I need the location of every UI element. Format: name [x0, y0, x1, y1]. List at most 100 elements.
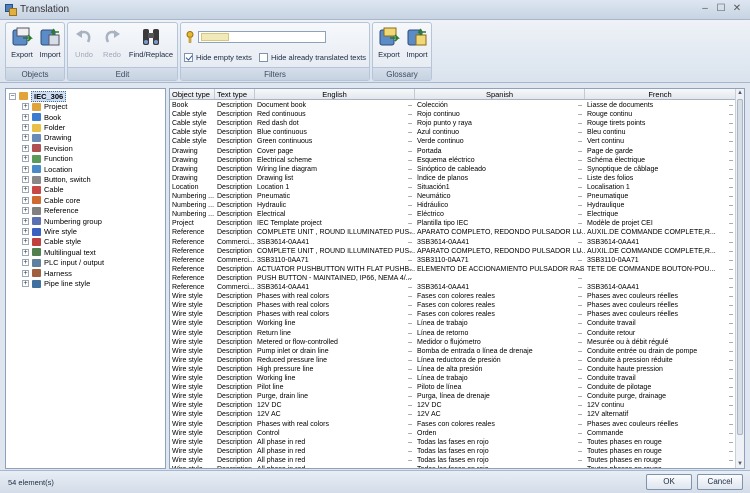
cell-text-type[interactable]: Description — [215, 319, 255, 328]
cell-french[interactable]: Hydraulique – — [585, 201, 736, 210]
cell-object-type[interactable]: Wire style — [170, 410, 215, 419]
cell-object-type[interactable]: Cable style — [170, 137, 215, 146]
cell-object-type[interactable]: Reference — [170, 238, 215, 247]
expand-icon[interactable]: + — [22, 228, 29, 236]
expand-icon[interactable]: + — [22, 155, 29, 163]
scroll-thumb[interactable] — [737, 99, 743, 435]
hide-empty-check[interactable] — [184, 53, 193, 62]
cell-object-type[interactable]: Wire style — [170, 392, 215, 401]
cell-object-type[interactable]: Wire style — [170, 420, 215, 429]
cell-object-type[interactable]: Numbering ... — [170, 192, 215, 201]
cell-text-type[interactable]: Description — [215, 465, 255, 468]
cell-french[interactable]: Phases avec couleurs réelles – — [585, 310, 736, 319]
hide-translated-check[interactable] — [259, 53, 268, 62]
cell-spanish[interactable]: Línea reductora de presión – — [415, 356, 585, 365]
cell-spanish[interactable]: Medidor o flujómetro – — [415, 338, 585, 347]
cell-english[interactable]: 12V DC – — [255, 401, 415, 410]
cell-object-type[interactable]: Wire style — [170, 329, 215, 338]
cell-french[interactable]: Rouge tirets points – — [585, 119, 736, 128]
cell-spanish[interactable]: Línea de alta presión – — [415, 365, 585, 374]
cell-spanish[interactable]: Rojo punto y raya – — [415, 119, 585, 128]
cell-object-type[interactable]: Drawing — [170, 174, 215, 183]
column-object-type[interactable]: Object type — [170, 89, 215, 99]
cell-english[interactable]: Control – — [255, 429, 415, 438]
objects-export-button[interactable]: Export — [9, 26, 35, 59]
cell-french[interactable]: Toutes phases en rouge– — [585, 465, 736, 468]
scroll-down-icon[interactable]: ▼ — [736, 460, 744, 468]
cell-spanish[interactable]: Línea de retorno – — [415, 329, 585, 338]
cell-spanish[interactable]: Todas las fases en rojo– — [415, 465, 585, 468]
cell-text-type[interactable]: Description — [215, 438, 255, 447]
cell-english[interactable]: Pneumatic – — [255, 192, 415, 201]
table-row[interactable]: Wire style Description Pilot line – Piloto d… — [170, 383, 736, 392]
cell-english[interactable]: Wiring line diagram – — [255, 165, 415, 174]
cell-object-type[interactable]: Wire style — [170, 383, 215, 392]
cell-french[interactable]: Conduite de pilotage – — [585, 383, 736, 392]
tree-item[interactable]: + Wire style — [22, 226, 77, 236]
cell-text-type[interactable]: Description — [215, 192, 255, 201]
cell-spanish[interactable]: Purga, línea de drenaje – — [415, 392, 585, 401]
cell-text-type[interactable]: Description — [215, 292, 255, 301]
cell-object-type[interactable]: Wire style — [170, 356, 215, 365]
table-row[interactable]: Wire style Description Purge, drain line – P… — [170, 392, 736, 401]
expand-icon[interactable]: + — [22, 103, 29, 111]
table-row[interactable]: Wire style Description Control – Orden – Comma… — [170, 429, 736, 438]
cell-french[interactable]: Conduite retour – — [585, 329, 736, 338]
cell-french[interactable]: 3SB3110-0AA71– — [585, 256, 736, 265]
ok-button[interactable]: OK — [646, 474, 692, 490]
table-row[interactable]: Reference Commerci... 3SB3614-0AA41–3SB361… — [170, 283, 736, 292]
table-row[interactable]: Location Description Location 1– Situación1… — [170, 183, 736, 192]
table-row[interactable]: Wire style Description Metered or flow-con… — [170, 338, 736, 347]
expand-icon[interactable]: + — [22, 269, 29, 277]
table-row[interactable]: Drawing Description Cover page – Portada – Pag… — [170, 147, 736, 156]
cell-text-type[interactable]: Description — [215, 274, 255, 283]
cell-spanish[interactable]: Todas las fases en rojo– — [415, 447, 585, 456]
cell-text-type[interactable]: Description — [215, 392, 255, 401]
tree-item[interactable]: + Location — [22, 164, 72, 174]
cell-text-type[interactable]: Description — [215, 401, 255, 410]
cell-text-type[interactable]: Description — [215, 265, 255, 274]
cell-english[interactable]: Document book – — [255, 101, 415, 110]
cell-text-type[interactable]: Description — [215, 356, 255, 365]
table-row[interactable]: Drawing Description Drawing list – Índice de… — [170, 174, 736, 183]
cell-english[interactable]: COMPLETE UNIT , ROUND ILLUMINATED PUS...… — [255, 228, 415, 237]
table-row[interactable]: Wire style Description Phases with real co… — [170, 301, 736, 310]
cell-spanish[interactable]: – — [415, 274, 585, 283]
cell-text-type[interactable]: Description — [215, 447, 255, 456]
cell-spanish[interactable]: 12V DC – — [415, 401, 585, 410]
cell-french[interactable]: Toutes phases en rouge– — [585, 438, 736, 447]
tree-item[interactable]: + Folder — [22, 122, 65, 132]
cell-french[interactable]: Phases avec couleurs réelles – — [585, 292, 736, 301]
cell-object-type[interactable]: Wire style — [170, 301, 215, 310]
cell-object-type[interactable]: Wire style — [170, 347, 215, 356]
close-button[interactable]: ✕ — [730, 3, 744, 16]
cell-french[interactable]: 3SB3614-0AA41– — [585, 238, 736, 247]
expand-icon[interactable]: + — [22, 217, 29, 225]
expand-icon[interactable]: + — [22, 124, 29, 132]
tree-item[interactable]: + Numbering group — [22, 216, 102, 226]
cell-text-type[interactable]: Description — [215, 110, 255, 119]
cell-spanish[interactable]: Rojo continuo – — [415, 110, 585, 119]
cell-english[interactable]: Phases with real colors – — [255, 310, 415, 319]
cell-object-type[interactable]: Numbering ... — [170, 201, 215, 210]
tree-item[interactable]: + Revision — [22, 143, 73, 153]
cell-french[interactable]: Liasse de documents – — [585, 101, 736, 110]
cell-french[interactable]: Schéma électrique – — [585, 156, 736, 165]
tree-item[interactable]: + Drawing — [22, 133, 72, 143]
cell-object-type[interactable]: Project — [170, 219, 215, 228]
cell-text-type[interactable]: Description — [215, 301, 255, 310]
glossary-import-button[interactable]: Import — [404, 26, 430, 59]
cell-text-type[interactable]: Description — [215, 329, 255, 338]
cell-object-type[interactable]: Location — [170, 183, 215, 192]
table-row[interactable]: Cable style Description Green continuous – V… — [170, 137, 736, 146]
cell-french[interactable]: Mesurée ou à débit régulé – — [585, 338, 736, 347]
cell-object-type[interactable]: Wire style — [170, 465, 215, 468]
cell-text-type[interactable]: Description — [215, 183, 255, 192]
cell-english[interactable]: PUSH BUTTON - MAINTAINED, IP66, NEMA 4/.… — [255, 274, 415, 283]
table-row[interactable]: Numbering ... Description Electrical – Eléct… — [170, 210, 736, 219]
cell-english[interactable]: Electrical – — [255, 210, 415, 219]
find-replace-button[interactable]: Find/Replace — [127, 26, 175, 59]
cell-object-type[interactable]: Reference — [170, 283, 215, 292]
cell-spanish[interactable]: 3SB3614-0AA41– — [415, 283, 585, 292]
cell-english[interactable]: Electrical scheme – — [255, 156, 415, 165]
